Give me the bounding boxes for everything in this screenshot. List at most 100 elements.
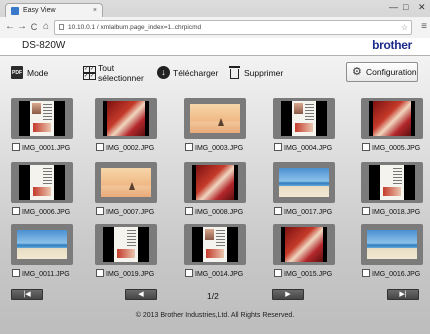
next-page-button[interactable]: ▶: [272, 289, 304, 300]
configuration-button[interactable]: ⚙ Configuration: [346, 62, 418, 82]
thumbnail-image[interactable]: [281, 101, 327, 136]
prev-page-button[interactable]: ◀: [125, 289, 157, 300]
filename-label: IMG_0015.JPG: [284, 271, 333, 278]
address-bar[interactable]: 10.10.0.1 / xmlalbum.page_index=1..chrpi…: [54, 20, 412, 35]
thumbnail-image[interactable]: [192, 165, 238, 200]
thumbnail-card[interactable]: [273, 98, 335, 139]
thumbnail-caption: IMG_0018.JPG: [362, 207, 420, 216]
filename-label: IMG_0016.JPG: [372, 271, 421, 278]
select-checkbox[interactable]: [274, 269, 282, 277]
select-checkbox[interactable]: [12, 143, 20, 151]
select-checkbox[interactable]: [12, 207, 20, 215]
thumbnail-image[interactable]: [279, 168, 329, 197]
maximize-icon[interactable]: □: [403, 0, 408, 14]
thumbnail-card[interactable]: [11, 98, 73, 139]
select-checkbox[interactable]: [362, 269, 370, 277]
model-name: DS-820W: [22, 40, 66, 51]
select-checkbox[interactable]: [96, 143, 104, 151]
thumbnail-image[interactable]: [190, 104, 240, 133]
pdf-icon[interactable]: PDF: [11, 66, 23, 79]
thumbnail-card[interactable]: [184, 98, 246, 139]
filename-label: IMG_0017.JPG: [284, 209, 333, 216]
thumbnail-image[interactable]: [367, 230, 417, 259]
thumbnail-card[interactable]: [184, 224, 246, 265]
delete-button[interactable]: Supprimer: [244, 68, 283, 78]
thumbnail-card[interactable]: [273, 162, 335, 203]
select-all-line2: sélectionner: [98, 73, 144, 83]
select-checkbox[interactable]: [274, 143, 282, 151]
filename-label: IMG_0004.JPG: [284, 145, 333, 152]
filename-label: IMG_0008.JPG: [195, 209, 244, 216]
copyright-footer: © 2013 Brother Industries,Ltd. All Right…: [135, 312, 295, 319]
thumbnail-caption: IMG_0004.JPG: [274, 143, 332, 152]
select-checkbox[interactable]: [185, 143, 193, 151]
thumbnail-caption: IMG_0007.JPG: [96, 207, 154, 216]
browser-tab[interactable]: Easy View ×: [5, 3, 103, 18]
thumbnail-image[interactable]: [101, 168, 151, 197]
thumbnail-card[interactable]: [95, 98, 157, 139]
tab-close-icon[interactable]: ×: [93, 4, 97, 18]
thumbnail-image[interactable]: [192, 227, 238, 262]
thumbnail-image[interactable]: [369, 165, 415, 200]
thumbnail-card[interactable]: [11, 162, 73, 203]
select-checkbox[interactable]: [185, 207, 193, 215]
select-checkbox[interactable]: [12, 269, 20, 277]
filename-label: IMG_0018.JPG: [372, 209, 421, 216]
first-page-button[interactable]: |◀: [11, 289, 43, 300]
tab-title: Easy View: [23, 7, 56, 14]
mode-button[interactable]: Mode: [27, 68, 48, 78]
thumbnail-card[interactable]: [95, 162, 157, 203]
select-checkbox[interactable]: [362, 143, 370, 151]
thumbnail-card[interactable]: [361, 98, 423, 139]
thumbnail-caption: IMG_0001.JPG: [12, 143, 70, 152]
filename-label: IMG_0003.JPG: [195, 145, 244, 152]
browser-navbar: ← → C ⌂ 10.10.0.1 / xmlalbum.page_index=…: [0, 17, 430, 39]
configuration-label: Configuration: [366, 67, 417, 77]
filename-label: IMG_0014.JPG: [195, 271, 244, 278]
thumbnail-image[interactable]: [19, 101, 65, 136]
page-favicon-icon: [11, 7, 19, 15]
page-indicator: 1/2: [207, 291, 219, 301]
thumbnail-image[interactable]: [281, 227, 327, 262]
filename-label: IMG_0002.JPG: [106, 145, 155, 152]
select-all-icon[interactable]: ✓ ✓ ✓ ✓: [83, 66, 96, 80]
gear-icon: ⚙: [352, 66, 362, 78]
select-checkbox[interactable]: [96, 207, 104, 215]
thumbnail-caption: IMG_0011.JPG: [12, 269, 70, 278]
thumbnail-image[interactable]: [103, 227, 149, 262]
thumbnail-card[interactable]: [11, 224, 73, 265]
last-page-button[interactable]: ▶|: [387, 289, 419, 300]
thumbnail-card[interactable]: [361, 224, 423, 265]
thumbnail-caption: IMG_0014.JPG: [185, 269, 243, 278]
thumbnail-image[interactable]: [17, 230, 67, 259]
thumbnail-caption: IMG_0003.JPG: [185, 143, 243, 152]
filename-label: IMG_0001.JPG: [22, 145, 71, 152]
filename-label: IMG_0011.JPG: [22, 271, 70, 278]
filename-label: IMG_0019.JPG: [106, 271, 155, 278]
thumbnail-caption: IMG_0008.JPG: [185, 207, 243, 216]
thumbnail-card[interactable]: [184, 162, 246, 203]
select-checkbox[interactable]: [274, 207, 282, 215]
thumbnail-card[interactable]: [273, 224, 335, 265]
select-checkbox[interactable]: [185, 269, 193, 277]
filename-label: IMG_0007.JPG: [106, 209, 155, 216]
select-all-button[interactable]: Tout sélectionner: [98, 63, 144, 83]
thumbnail-caption: IMG_0017.JPG: [274, 207, 332, 216]
page-icon: [59, 24, 64, 30]
thumbnail-caption: IMG_0016.JPG: [362, 269, 420, 278]
download-button[interactable]: Télécharger: [173, 68, 218, 78]
select-checkbox[interactable]: [96, 269, 104, 277]
thumbnail-image[interactable]: [19, 165, 65, 200]
thumbnail-image[interactable]: [103, 101, 149, 136]
thumbnail-card[interactable]: [361, 162, 423, 203]
close-window-icon[interactable]: ✕: [418, 0, 426, 14]
trash-icon[interactable]: [229, 66, 240, 79]
home-icon[interactable]: ⌂: [39, 20, 53, 34]
thumbnail-image[interactable]: [369, 101, 415, 136]
select-checkbox[interactable]: [362, 207, 370, 215]
bookmark-star-icon[interactable]: ☆: [401, 21, 408, 34]
minimize-icon[interactable]: —: [389, 0, 398, 14]
thumbnail-card[interactable]: [95, 224, 157, 265]
browser-menu-icon[interactable]: ≡: [421, 20, 427, 34]
download-icon[interactable]: ↓: [157, 66, 170, 79]
